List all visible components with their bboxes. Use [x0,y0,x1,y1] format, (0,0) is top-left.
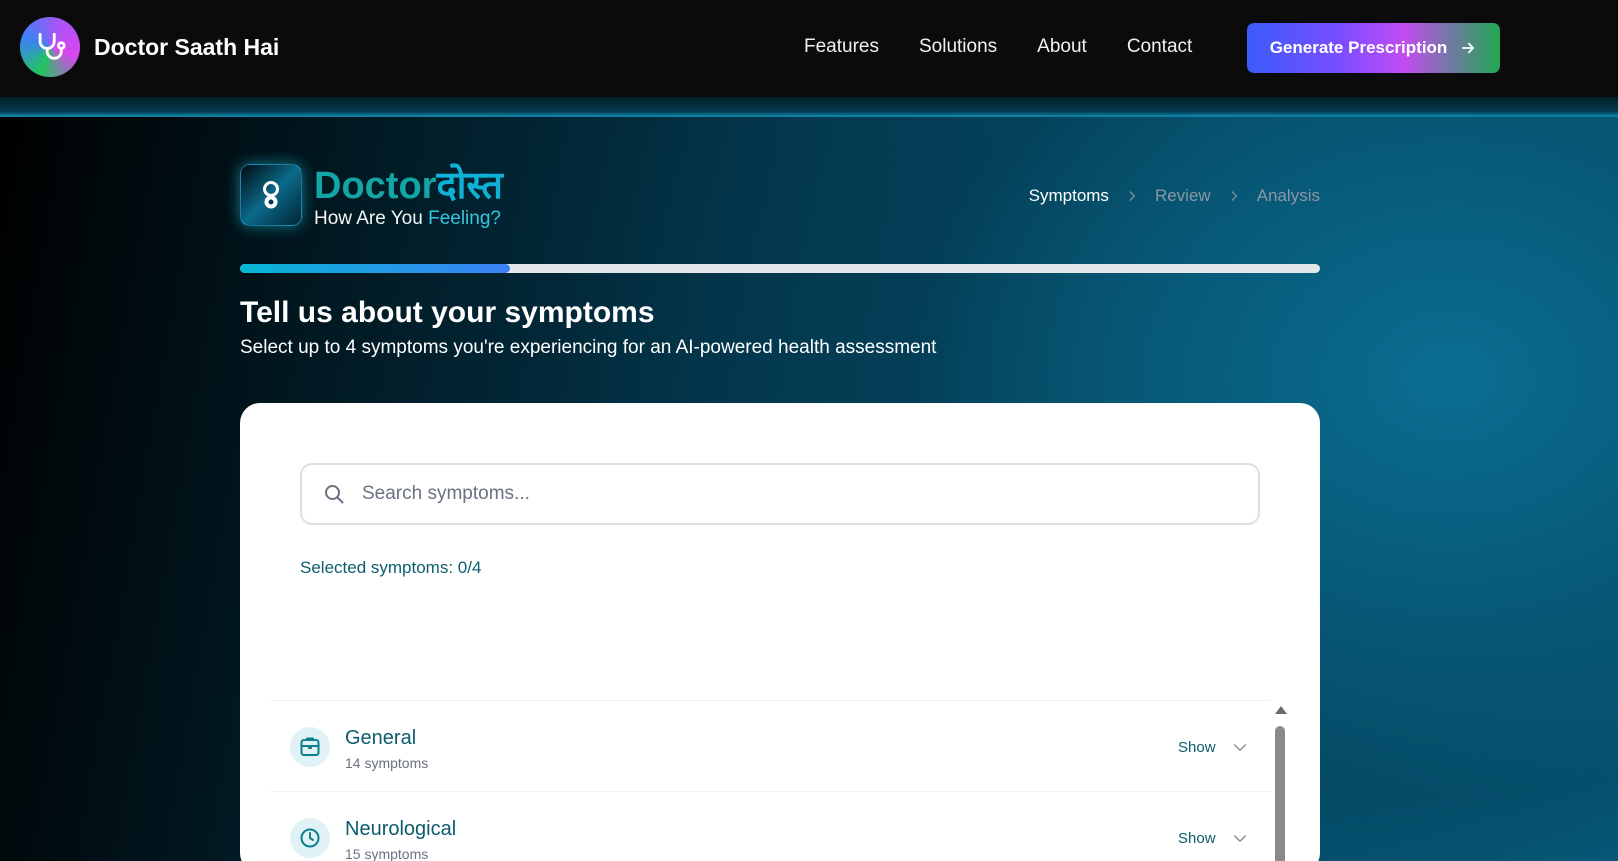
app-logo-icon [240,164,302,226]
page-subheading: Select up to 4 symptoms you're experienc… [240,337,937,358]
show-toggle[interactable]: Show [1178,830,1216,847]
category-row-neurological[interactable]: Neurological 15 symptoms Show [270,791,1270,861]
page-heading: Tell us about your symptoms [240,296,655,329]
step-review: Review [1154,186,1211,205]
app-subtitle-part2: Feeling? [428,208,501,229]
search-icon [325,485,344,504]
search-input[interactable] [362,483,1242,505]
search-box[interactable] [300,463,1260,525]
category-name: General [345,727,417,749]
top-navbar: Doctor Saath Hai Features Solutions Abou… [0,0,1618,97]
category-scrollbar[interactable] [1274,706,1288,861]
step-analysis: Analysis [1256,186,1320,205]
show-toggle[interactable]: Show [1178,739,1216,756]
chevron-right-icon [1231,191,1237,201]
progress-bar-fill [240,264,510,273]
category-list: General 14 symptoms Show Neurological 15… [270,700,1270,861]
app-header: Doctorदोस्त How Are You Feeling? Symptom… [240,164,1320,230]
box-icon [290,727,330,767]
app-subtitle-part1: How Are You [314,208,429,229]
stethoscope-logo-icon [20,17,80,77]
nav-link-solutions[interactable]: Solutions [919,36,997,58]
step-indicator: Symptoms Review Analysis [1029,186,1320,206]
selected-symptoms-count: Selected symptoms: 0/4 [300,558,482,577]
scroll-up-arrow-icon[interactable] [1275,706,1287,714]
category-count: 14 symptoms [345,755,429,771]
progress-bar [240,264,1320,273]
chevron-right-icon [1129,191,1135,201]
chevron-down-icon[interactable] [1230,739,1250,757]
nav-link-about[interactable]: About [1037,36,1087,58]
symptom-card: Selected symptoms: 0/4 General 14 sympto… [240,403,1320,861]
scrollbar-thumb[interactable] [1275,726,1285,861]
step-symptoms: Symptoms [1028,186,1109,205]
chevron-down-icon[interactable] [1230,830,1250,848]
nav-links: Features Solutions About Contact [804,36,1232,58]
arrow-right-icon [1462,42,1475,54]
brand[interactable]: Doctor Saath Hai [20,17,279,77]
app-title-part2: दोस्त [436,165,503,207]
category-count: 15 symptoms [345,846,429,861]
nav-link-contact[interactable]: Contact [1127,36,1192,58]
clock-icon [290,818,330,858]
generate-prescription-label: Generate Prescription [1269,38,1448,57]
app-title: Doctorदोस्त [314,158,503,210]
app-title-part1: Doctor [314,165,437,207]
category-row-general[interactable]: General 14 symptoms Show [270,700,1270,791]
category-name: Neurological [345,818,457,840]
brand-name: Doctor Saath Hai [94,33,280,60]
navbar-glow-divider [0,97,1618,117]
generate-prescription-button[interactable]: Generate Prescription [1247,23,1500,73]
nav-link-features[interactable]: Features [804,36,879,58]
app-subtitle: How Are You Feeling? [314,208,501,230]
